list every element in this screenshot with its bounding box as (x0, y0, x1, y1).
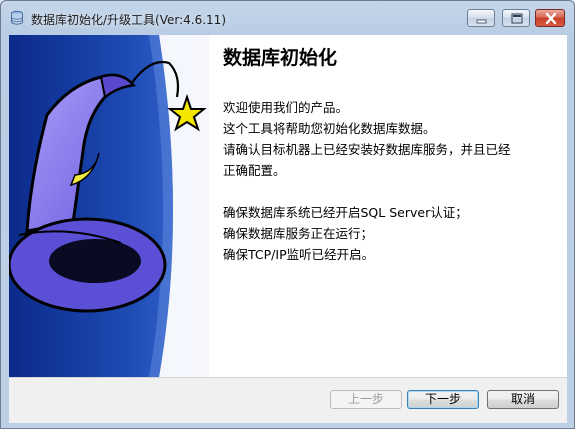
button-bar: 上一步 下一步 取消 (9, 377, 567, 423)
page-heading: 数据库初始化 (223, 47, 338, 69)
intro-line-3: 请确认目标机器上已经安装好数据库服务，并且已经 (223, 142, 511, 157)
minimize-button[interactable] (467, 9, 495, 27)
requirement-line-2: 确保数据库服务正在运行； (223, 226, 374, 241)
wizard-content-area: 数据库初始化 欢迎使用我们的产品。 这个工具将帮助您初始化数据库数据。 请确认目… (9, 35, 567, 377)
database-icon (9, 10, 25, 26)
requirement-line-1: 确保数据库系统已经开启SQL Server认证； (223, 205, 468, 220)
title-bar[interactable]: 数据库初始化/升级工具(Ver:4.6.11) (1, 1, 574, 35)
next-button[interactable]: 下一步 (407, 390, 479, 409)
maximize-icon (511, 13, 523, 24)
installer-window: 数据库初始化/升级工具(Ver:4.6.11) 数据库初始化 欢迎使用我们的产品… (0, 0, 575, 429)
intro-line-4: 正确配置。 (223, 163, 286, 178)
wizard-hat-image (9, 35, 209, 377)
maximize-button[interactable] (502, 9, 530, 27)
close-button[interactable] (535, 9, 565, 27)
minimize-icon (476, 19, 487, 24)
intro-line-2: 这个工具将帮助您初始化数据库数据。 (223, 121, 436, 136)
window-title: 数据库初始化/升级工具(Ver:4.6.11) (31, 13, 227, 27)
cancel-button[interactable]: 取消 (487, 390, 559, 409)
intro-line-1: 欢迎使用我们的产品。 (223, 100, 349, 115)
previous-button[interactable]: 上一步 (330, 390, 402, 409)
requirement-line-3: 确保TCP/IP监听已经开启。 (223, 247, 375, 262)
close-icon (545, 12, 557, 25)
